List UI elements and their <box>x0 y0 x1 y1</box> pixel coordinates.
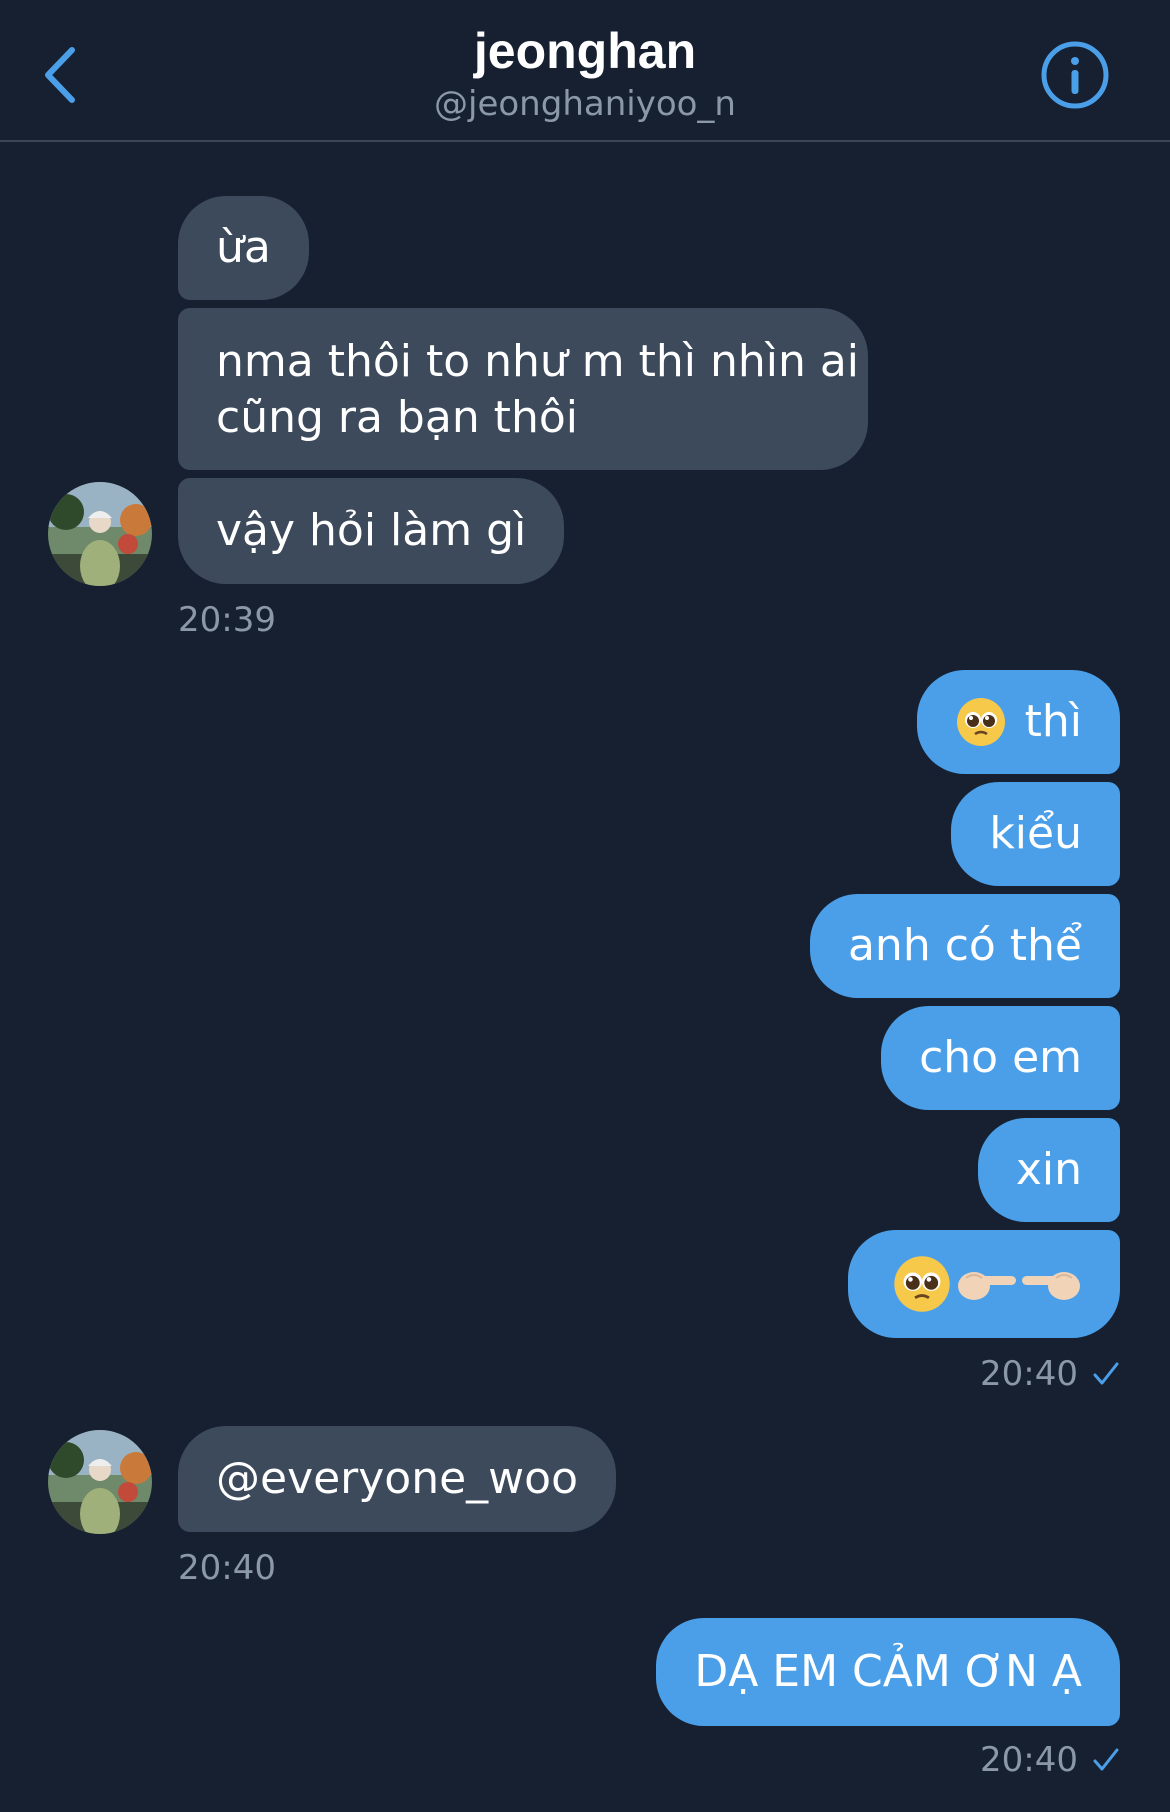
message-bubble-outgoing[interactable]: xin <box>977 1118 1120 1222</box>
message-timestamp: 20:40 <box>980 1740 1120 1780</box>
timestamp-text: 20:40 <box>980 1354 1078 1394</box>
message-bubble-outgoing[interactable]: DẠ EM CẢM ƠN Ạ <box>656 1618 1120 1726</box>
message-bubble-outgoing[interactable]: anh có thể <box>809 894 1120 998</box>
avatar[interactable] <box>48 482 152 586</box>
message-timestamp: 20:40 <box>178 1548 276 1588</box>
message-text-line: nma thôi to như m thì nhìn ai <box>216 336 860 387</box>
checkmark-icon <box>1093 1362 1119 1385</box>
message-text: @everyone_woo <box>216 1453 579 1504</box>
info-circle-icon <box>1041 41 1109 109</box>
message-text: vậy hỏi làm gì <box>216 505 527 556</box>
pleading-face-icon <box>956 698 1005 746</box>
message-timestamp: 20:39 <box>178 600 276 640</box>
message-bubble-incoming[interactable]: ừa <box>178 196 309 300</box>
message-bubble-outgoing[interactable]: kiểu <box>951 782 1120 886</box>
pleading-face-icon <box>894 1256 950 1312</box>
conversation-title[interactable]: jeonghan <box>0 20 1170 82</box>
message-text: kiểu <box>989 808 1082 859</box>
message-text: thì <box>1024 696 1082 747</box>
message-bubble-incoming[interactable]: vậy hỏi làm gì <box>178 478 565 584</box>
message-bubble-incoming[interactable]: nma thôi to như m thì nhìn ai cũng ra bạ… <box>178 308 868 470</box>
message-text-line: cũng ra bạn thôi <box>216 392 578 443</box>
message-text: xin <box>1015 1144 1082 1195</box>
info-button[interactable] <box>1040 40 1110 110</box>
conversation-header: jeonghan @jeonghaniyoo_n <box>0 0 1170 142</box>
message-bubble-outgoing[interactable]: cho em <box>881 1006 1120 1110</box>
message-timestamp: 20:40 <box>980 1354 1120 1394</box>
message-bubble-outgoing[interactable]: thì <box>916 670 1120 774</box>
message-text: cho em <box>919 1032 1082 1083</box>
checkmark-icon <box>1093 1748 1119 1771</box>
message-text: DẠ EM CẢM ƠN Ạ <box>694 1646 1082 1697</box>
message-text: ừa <box>216 222 271 273</box>
pointing-left-hand-icon <box>1022 1272 1080 1300</box>
conversation-handle: @jeonghaniyoo_n <box>434 84 736 124</box>
message-bubble-outgoing[interactable] <box>848 1230 1120 1338</box>
message-text: anh có thể <box>847 920 1082 971</box>
avatar[interactable] <box>48 1430 152 1534</box>
message-bubble-incoming[interactable]: @everyone_woo <box>178 1426 617 1532</box>
timestamp-text: 20:40 <box>980 1740 1078 1780</box>
pointing-right-hand-icon <box>958 1272 1016 1300</box>
